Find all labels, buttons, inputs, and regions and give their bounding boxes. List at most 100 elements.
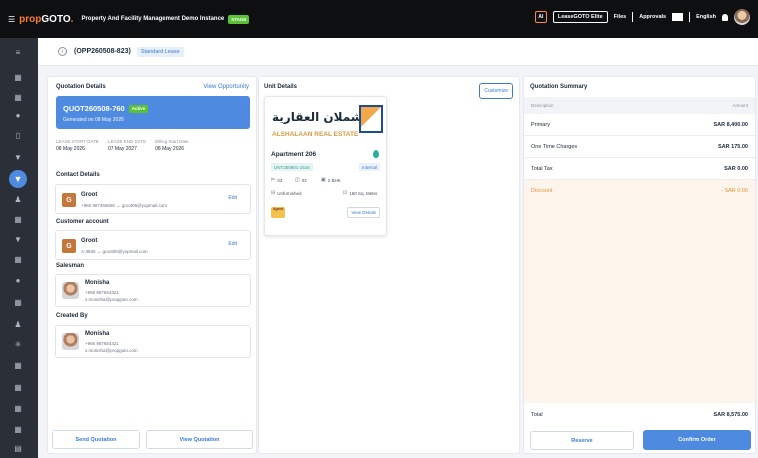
created-by-card: Monisha +966 987654321 s.monisha@propgot… — [55, 325, 251, 358]
lease-dates: LEASE START DATE 08 May 2026 LEASE END D… — [56, 139, 189, 152]
divider — [632, 12, 634, 22]
edit-customer-link[interactable]: Edit — [228, 241, 237, 247]
bedrooms: ⊨ 03 — [271, 177, 283, 183]
logo-text-english: ALSHALAAN REAL ESTATE — [272, 131, 359, 138]
document-icon[interactable]: ▯ — [13, 131, 23, 140]
customer-avatar: G — [62, 239, 76, 253]
unit-card[interactable]: الشملان العقارية ALSHALAAN REAL ESTATE A… — [264, 96, 387, 236]
edit-contact-link[interactable]: Edit — [228, 195, 237, 201]
reserve-button[interactable]: Reserve — [530, 431, 634, 450]
user-avatar[interactable] — [734, 9, 750, 25]
location-icon[interactable]: ● — [13, 111, 23, 120]
description-column: Description — [531, 103, 554, 108]
mail-icon[interactable] — [672, 13, 684, 21]
total-label: Total — [531, 412, 543, 418]
home-icon: ▣ — [321, 177, 326, 183]
grid-icon[interactable]: ▦ — [13, 93, 23, 102]
customize-button[interactable]: Customize — [479, 83, 513, 99]
list-icon[interactable]: ▤ — [13, 444, 23, 453]
top-bar: ☰ propGOTO. Property And Facility Manage… — [0, 0, 758, 38]
files-link[interactable]: Files — [614, 14, 627, 20]
salesman-phone: +966 987654321 — [85, 290, 119, 295]
funnel-icon[interactable]: ▼ — [13, 235, 23, 244]
user-icon[interactable]: ♟ — [13, 320, 23, 329]
users-icon[interactable]: ♟ — [13, 195, 23, 204]
area-icon: ⊡ — [343, 190, 348, 196]
date-value: 08 May 2026 — [56, 146, 85, 152]
salesman-email: s.monisha@propgoto.com — [85, 297, 138, 302]
unit-id-badge: UNT250601-1516 — [271, 163, 313, 171]
area: ⊡ 160 Sq. Meter — [343, 190, 378, 196]
summary-table-header: Description Amount — [524, 97, 755, 114]
row-amount: SAR 8,400.00 — [713, 121, 748, 128]
lease-type-tag: Standard Lease — [136, 46, 184, 57]
people-icon[interactable]: ▼ — [9, 170, 27, 188]
view-opportunity-link[interactable]: View Opportunity — [203, 84, 249, 90]
contact-avatar: G — [62, 193, 76, 207]
grid-icon[interactable]: ▦ — [13, 298, 23, 307]
contact-info: +966 987456656 ↔ groot06@yopmail.com — [81, 203, 167, 208]
bath-icon: ◫ — [295, 177, 300, 183]
sub-header: ‹ (OPP260508-823) Standard Lease — [38, 38, 758, 66]
creator-phone: +966 987654321 — [85, 341, 119, 346]
row-label: Total Tax — [531, 165, 553, 172]
date-label: LEASE END DATE — [107, 139, 147, 144]
created-by-heading: Created By — [56, 313, 88, 319]
grid-icon[interactable]: ▦ — [13, 255, 23, 264]
water-drop-icon — [373, 150, 379, 158]
salesman-avatar — [62, 282, 79, 299]
quotation-details-heading: Quotation Details — [56, 84, 106, 90]
grid-icon[interactable]: ▦ — [13, 404, 23, 413]
send-quotation-button[interactable]: Send Quotation — [52, 430, 140, 449]
grid-icon[interactable]: ▦ — [13, 383, 23, 392]
confirm-order-button[interactable]: Confirm Order — [643, 430, 751, 450]
total-amount: SAR 8,575.00 — [713, 412, 748, 418]
amount-column: Amount — [732, 103, 748, 108]
app-logo[interactable]: propGOTO. — [19, 14, 73, 25]
lease-goto-button[interactable]: LeaseGOTO Elite — [552, 11, 608, 23]
salesman-card: Monisha +966 987654321 s.monisha@propgot… — [55, 274, 251, 307]
page-title: (OPP260508-823) — [74, 48, 131, 55]
approvals-link[interactable]: Approvals — [639, 14, 666, 20]
view-quotation-button[interactable]: View Quotation — [146, 430, 253, 449]
back-arrow-icon[interactable]: ‹ — [58, 47, 67, 56]
property-logo: الشملان العقارية ALSHALAAN REAL ESTATE — [270, 102, 384, 146]
sidebar: ≡ ▦ ▦ ● ▯ ▼ ▼ ♟ ▦ ▼ ▦ ● ▦ ♟ ✳ ▦ ▦ ▦ ▦ ▤ — [0, 38, 38, 458]
filter-icon[interactable]: ▼ — [13, 153, 23, 162]
grid-icon[interactable]: ▦ — [13, 215, 23, 224]
menu-icon[interactable]: ☰ — [8, 15, 15, 24]
logo-text-arabic: الشملان العقارية — [272, 110, 372, 124]
settings-icon[interactable]: ✳ — [13, 340, 23, 349]
grid-icon[interactable]: ▦ — [13, 425, 23, 434]
quotation-details-panel: Quotation Details View Opportunity QUOT2… — [47, 76, 257, 454]
contact-card: G Groot +966 987456656 ↔ groot06@yopmail… — [55, 184, 251, 214]
discount-row: Discount - SAR 0.00 — [524, 180, 755, 202]
row-label: One Time Charges — [531, 143, 578, 150]
language-selector[interactable]: English — [696, 14, 716, 20]
ai-button[interactable]: AI — [534, 11, 547, 23]
customer-account-heading: Customer account — [56, 219, 109, 225]
location-icon[interactable]: ● — [13, 276, 23, 285]
summary-heading: Quotation Summary — [530, 84, 588, 90]
row-amount: SAR 175.00 — [718, 143, 748, 150]
unit-name: Apartment 206 — [271, 151, 317, 158]
env-badge: STAGE — [228, 14, 250, 24]
creator-avatar — [62, 333, 79, 350]
app-title: Property And Facility Management Demo In… — [81, 16, 225, 22]
top-right-actions: AI LeaseGOTO Elite Files Approvals Engli… — [534, 9, 750, 25]
menu-toggle-icon[interactable]: ≡ — [13, 48, 23, 57]
summary-row: One Time Charges SAR 175.00 — [524, 136, 755, 158]
discount-amount: - SAR 0.00 — [721, 188, 748, 194]
row-label: Primary — [531, 121, 550, 128]
discount-section: Discount - SAR 0.00 — [524, 180, 755, 403]
billing-start: Billing Start Date 08 May 2026 — [155, 139, 189, 152]
dashboard-icon[interactable]: ▦ — [13, 73, 23, 82]
furnishing: ⊟ Unfurnished — [271, 190, 302, 196]
grid-icon[interactable]: ▦ — [13, 361, 23, 370]
creator-email: s.monisha@propgoto.com — [85, 348, 138, 353]
lease-start: LEASE START DATE 08 May 2026 — [56, 139, 99, 152]
customer-info: A-3835 ↔ groot06@yopmail.com — [81, 249, 148, 254]
bell-icon[interactable] — [722, 13, 728, 21]
summary-row: Total Tax SAR 0.00 — [524, 158, 755, 180]
view-details-button[interactable]: View Details — [347, 207, 380, 218]
